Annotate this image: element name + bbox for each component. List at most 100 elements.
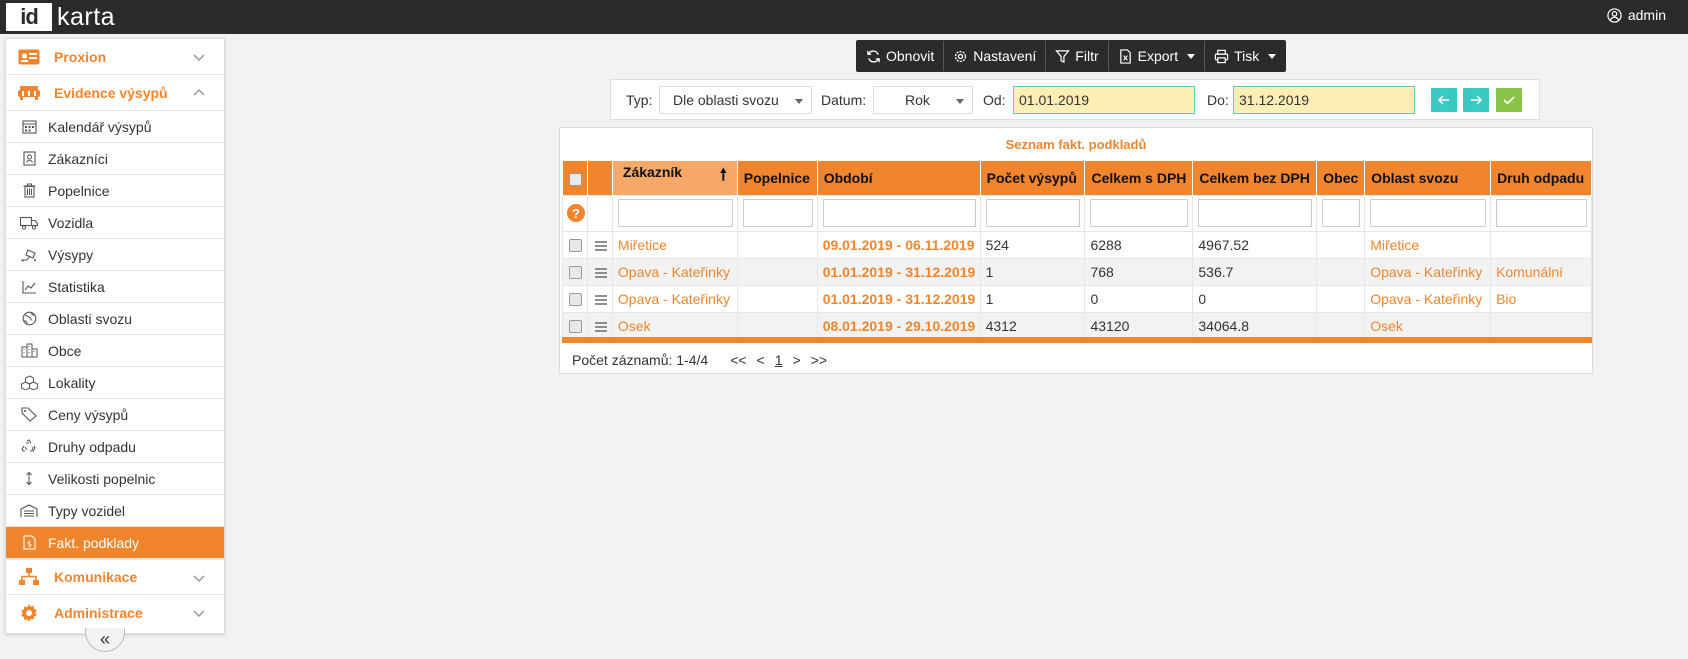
filter-input-oblast-svozu[interactable] — [1370, 199, 1487, 227]
pager-next-button[interactable]: > — [793, 352, 801, 368]
sidebar-item-ceny-vysypu[interactable]: Ceny výsypů — [6, 399, 224, 431]
row-menu-cell[interactable] — [586, 230, 613, 259]
sidebar-item-zakaznici[interactable]: Zákazníci — [6, 143, 224, 175]
settings-button[interactable]: Nastavení — [944, 41, 1047, 71]
hamburger-menu-icon[interactable] — [594, 240, 608, 252]
previous-period-button[interactable] — [1431, 88, 1457, 112]
cell-zakaznik[interactable]: Opava - Kateřinky — [611, 257, 738, 286]
refresh-button[interactable]: Obnovit — [857, 41, 945, 71]
column-header-celkem-bez-dph[interactable]: Celkem bez DPH — [1192, 161, 1318, 195]
from-date-field[interactable]: 01.01.2019 — [1013, 86, 1195, 114]
arrow-right-icon — [1471, 95, 1483, 105]
hamburger-menu-icon[interactable] — [594, 321, 608, 333]
column-header-druh-odpadu[interactable]: Druh odpadu — [1490, 161, 1592, 195]
row-checkbox-cell[interactable] — [562, 257, 588, 286]
hamburger-menu-icon[interactable] — [594, 294, 608, 306]
cell-druh-odpadu[interactable]: Bio — [1490, 284, 1592, 313]
cell-oblast-svozu[interactable]: Osek — [1364, 311, 1492, 340]
column-label: Zákazník — [622, 164, 683, 181]
pager-last-button[interactable]: >> — [811, 352, 827, 368]
sidebar-item-druhy-odpadu[interactable]: Druhy odpadu — [6, 431, 224, 463]
help-icon[interactable]: ? — [567, 204, 585, 222]
select-all-checkbox[interactable] — [568, 172, 582, 186]
sidebar-item-popelnice[interactable]: Popelnice — [6, 175, 224, 207]
cell-oblast-svozu[interactable]: Opava - Kateřinky — [1364, 284, 1492, 313]
cell-obdobi[interactable]: 01.01.2019 - 31.12.2019 — [816, 257, 981, 286]
export-button[interactable]: Export — [1109, 41, 1206, 71]
sidebar-item-obce[interactable]: Obce — [6, 335, 224, 367]
cell-oblast-svozu[interactable]: Miřetice — [1364, 230, 1492, 259]
filter-input-druh-odpadu[interactable] — [1496, 199, 1587, 227]
column-header-zakaznik[interactable]: Zákazník 🠕 — [612, 161, 738, 195]
filter-button[interactable]: Filtr — [1046, 41, 1109, 71]
sidebar-item-statistika[interactable]: Statistika — [6, 271, 224, 303]
cell-obdobi[interactable]: 08.01.2019 - 29.10.2019 — [816, 311, 981, 340]
row-checkbox-cell[interactable] — [562, 284, 588, 313]
filter-input-celkem-bez-dph[interactable] — [1198, 199, 1313, 227]
row-checkbox[interactable] — [569, 293, 582, 307]
sidebar-item-vozidla[interactable]: Vozidla — [6, 207, 224, 239]
row-checkbox-cell[interactable] — [562, 230, 588, 259]
sidebar-item-typy-vozidel[interactable]: Typy vozidel — [6, 495, 224, 527]
row-menu-cell[interactable] — [586, 284, 613, 313]
table-row[interactable]: Opava - Kateřinky 01.01.2019 - 31.12.201… — [562, 257, 1592, 286]
filter-input-zakaznik[interactable] — [617, 199, 733, 227]
filter-input-popelnice[interactable] — [742, 199, 813, 227]
sidebar-item-velikosti-popelnic[interactable]: Velikosti popelnic — [6, 463, 224, 495]
filter-input-obec[interactable] — [1322, 199, 1361, 227]
hamburger-menu-icon[interactable] — [594, 267, 608, 279]
sidebar-item-oblasti-svozu[interactable]: Oblasti svozu — [6, 303, 224, 335]
logo[interactable]: id karta — [6, 3, 115, 31]
cell-druh-odpadu[interactable] — [1490, 311, 1592, 340]
sidebar-item-kalendar[interactable]: Kalendář výsypů — [6, 111, 224, 143]
column-header-pocet-vysypu[interactable]: Počet výsypů — [980, 161, 1086, 195]
sidebar-collapse-button[interactable]: « — [85, 628, 125, 652]
table-row[interactable]: Osek 08.01.2019 - 29.10.2019 4312 43120 … — [562, 311, 1592, 340]
user-menu[interactable]: admin — [1607, 7, 1666, 23]
records-count: Počet záznamů: 1-4/4 — [572, 352, 709, 368]
date-select[interactable]: Rok — [873, 86, 973, 114]
row-checkbox[interactable] — [569, 320, 582, 334]
pager-current-page[interactable]: 1 — [775, 352, 783, 368]
sidebar-section-administrace[interactable]: Administrace — [6, 595, 224, 631]
apply-filter-button[interactable] — [1496, 88, 1522, 112]
cell-druh-odpadu[interactable] — [1490, 230, 1592, 259]
to-date-field[interactable]: 31.12.2019 — [1233, 86, 1415, 114]
sidebar-section-evidence-vysypu[interactable]: Evidence výsypů — [6, 75, 224, 111]
table-row[interactable]: Miřetice 09.01.2019 - 06.11.2019 524 628… — [562, 230, 1592, 259]
column-header-celkem-s-dph[interactable]: Celkem s DPH — [1084, 161, 1194, 195]
cell-druh-odpadu[interactable]: Komunální — [1490, 257, 1592, 286]
sidebar-section-komunikace[interactable]: Komunikace — [6, 559, 224, 595]
next-period-button[interactable] — [1463, 88, 1489, 112]
row-checkbox[interactable] — [569, 239, 582, 253]
row-menu-cell[interactable] — [586, 311, 613, 340]
sidebar-item-fakt-podklady[interactable]: $ Fakt. podklady — [6, 527, 224, 559]
cell-obdobi[interactable]: 01.01.2019 - 31.12.2019 — [816, 284, 981, 313]
row-checkbox[interactable] — [569, 266, 582, 280]
cell-zakaznik[interactable]: Opava - Kateřinky — [611, 284, 738, 313]
cell-oblast-svozu[interactable]: Opava - Kateřinky — [1364, 257, 1492, 286]
filter-input-pocet-vysypu[interactable] — [985, 199, 1081, 227]
sidebar-item-vysypy[interactable]: Výsypy — [6, 239, 224, 271]
sidebar-item-lokality[interactable]: Lokality — [6, 367, 224, 399]
column-header-obdobi[interactable]: Období — [817, 161, 981, 195]
filter-input-obdobi[interactable] — [822, 199, 976, 227]
cell-zakaznik[interactable]: Osek — [611, 311, 738, 340]
type-select[interactable]: Dle oblasti svozu — [659, 86, 812, 114]
filter-cell-obdobi — [816, 194, 981, 232]
row-menu-cell[interactable] — [586, 257, 613, 286]
sidebar-section-proxion[interactable]: Proxion — [6, 39, 224, 75]
column-header-oblast-svozu[interactable]: Oblast svozu — [1364, 161, 1492, 195]
row-checkbox-cell[interactable] — [562, 311, 588, 340]
select-all-header[interactable] — [562, 161, 588, 195]
cell-zakaznik[interactable]: Miřetice — [611, 230, 738, 259]
filter-input-celkem-s-dph[interactable] — [1090, 199, 1189, 227]
help-cell[interactable]: ? — [562, 194, 588, 232]
pager-first-button[interactable]: << — [730, 352, 746, 368]
cell-obdobi[interactable]: 09.01.2019 - 06.11.2019 — [816, 230, 981, 259]
pager-prev-button[interactable]: < — [757, 352, 765, 368]
column-header-popelnice[interactable]: Popelnice — [737, 161, 818, 195]
column-header-obec[interactable]: Obec — [1316, 161, 1366, 195]
table-row[interactable]: Opava - Kateřinky 01.01.2019 - 31.12.201… — [562, 284, 1592, 313]
print-button[interactable]: Tisk — [1205, 41, 1285, 71]
